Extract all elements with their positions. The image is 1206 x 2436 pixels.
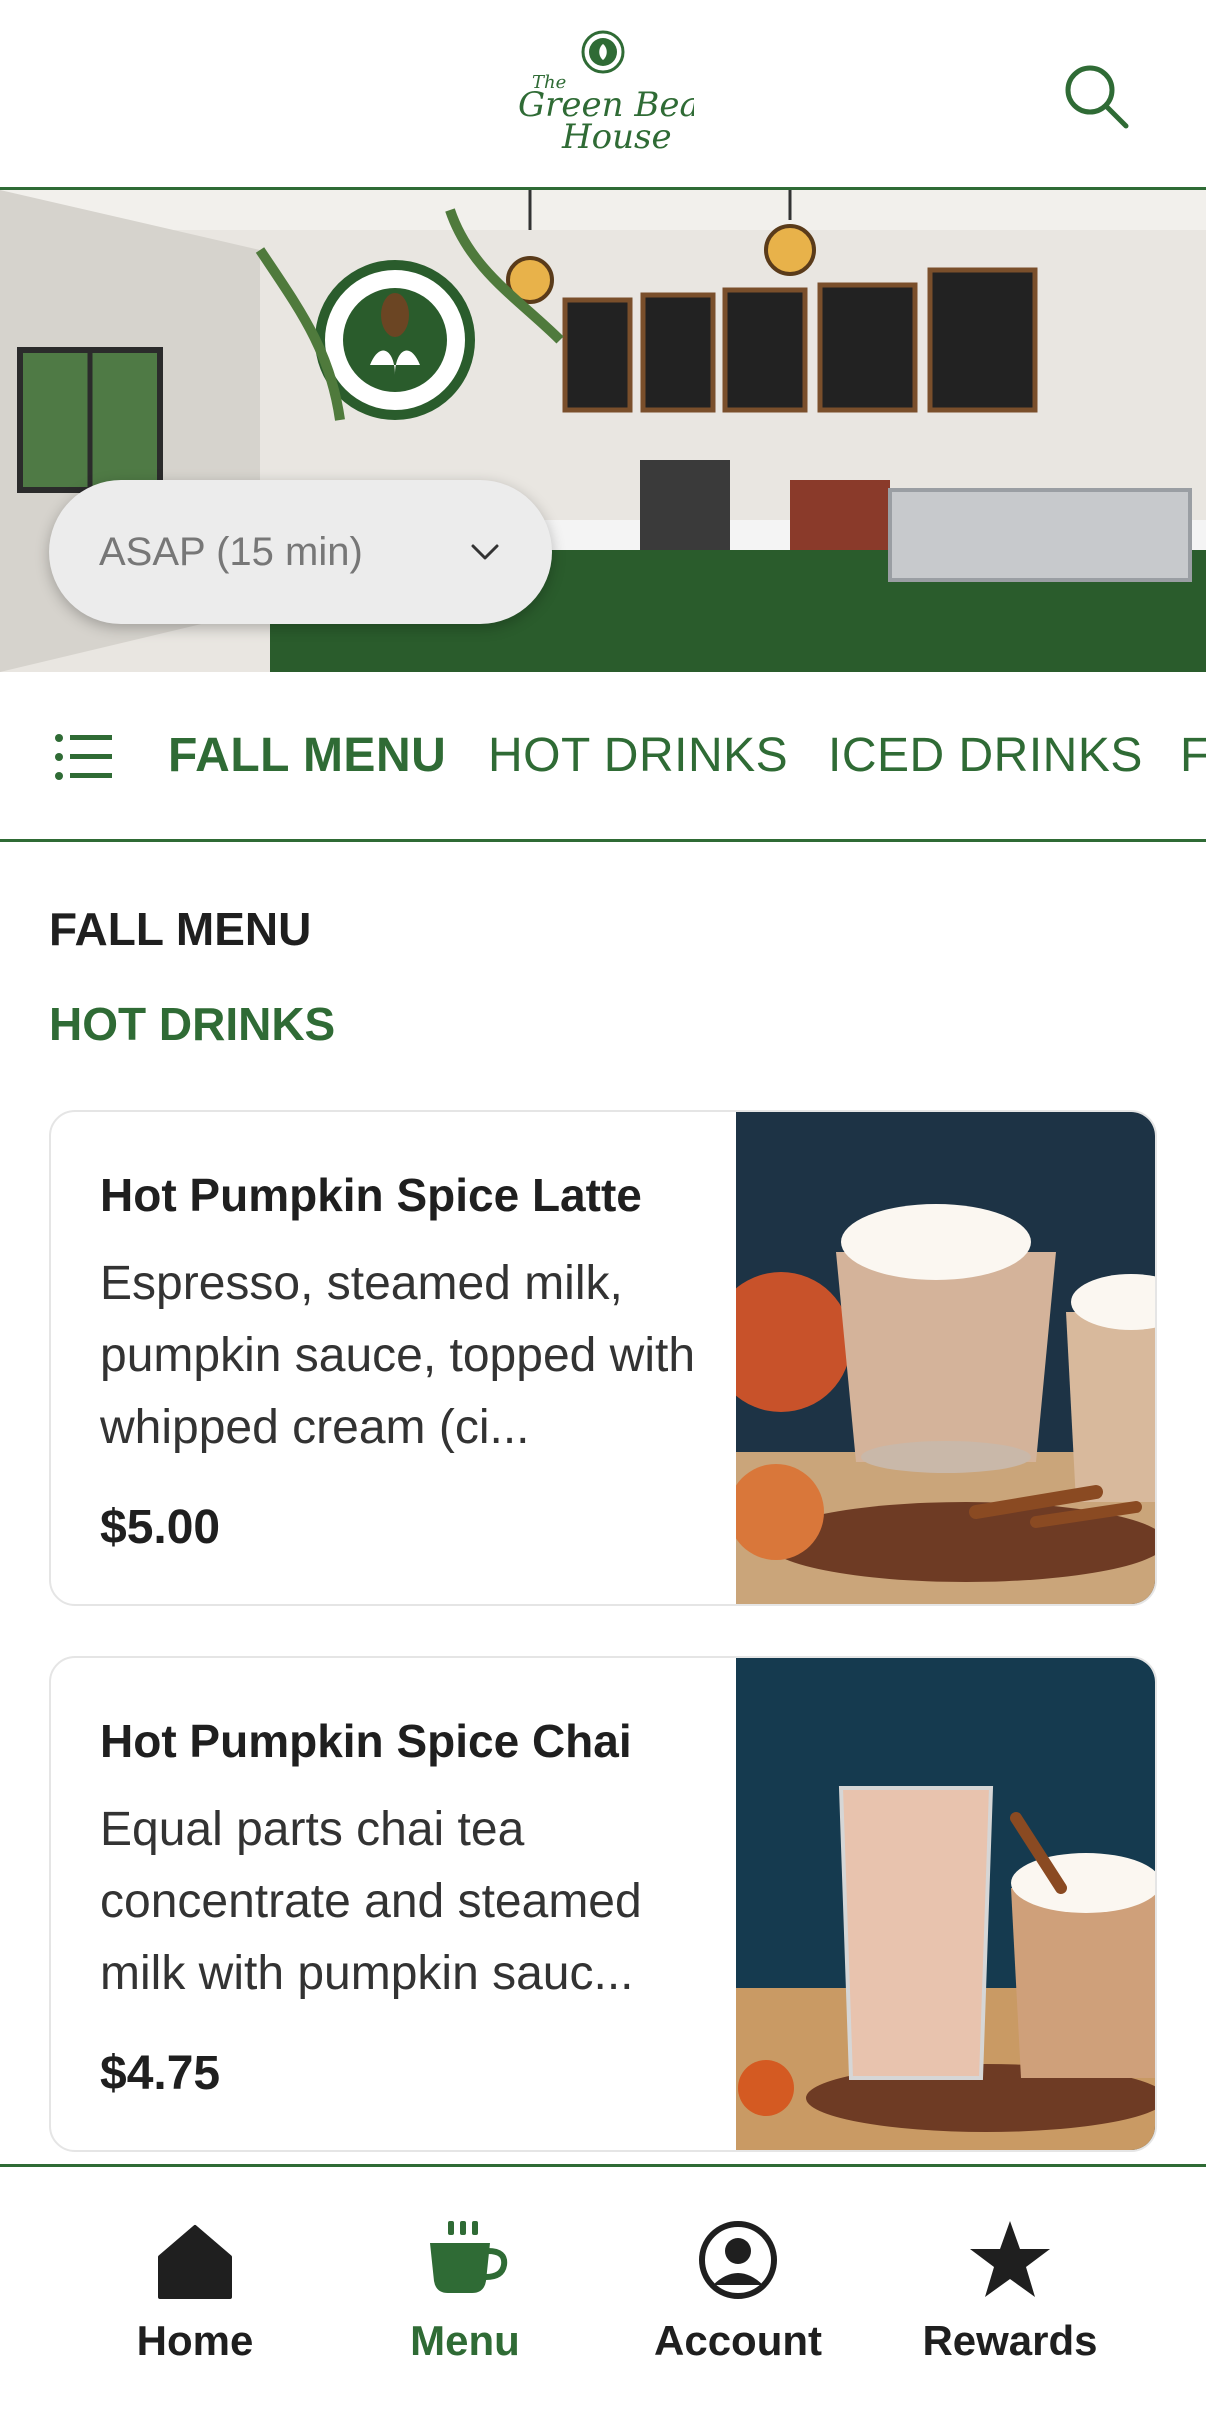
nav-home-label: Home	[136, 2317, 254, 2364]
home-icon	[158, 2225, 232, 2299]
tab-fall-menu[interactable]: FALL MENU	[168, 728, 446, 783]
nav-rewards-label: Rewards	[922, 2317, 1098, 2364]
chevron-down-icon	[471, 544, 499, 560]
brand-logo[interactable]: The Green Bean House	[512, 30, 694, 160]
subsection-title: HOT DRINKS	[49, 998, 336, 1050]
menu-item-card[interactable]: Hot Pumpkin Spice Latte Espresso, steame…	[49, 1110, 1157, 1606]
section-title: FALL MENU	[49, 903, 312, 955]
pickup-time-select[interactable]: ASAP (15 min)	[49, 480, 552, 624]
tab-hot-drinks[interactable]: HOT DRINKS	[488, 728, 788, 783]
star-icon	[970, 2221, 1050, 2297]
menu-item-card[interactable]: Hot Pumpkin Spice Chai Equal parts chai …	[49, 1656, 1157, 2152]
pickup-time-value: ASAP (15 min)	[99, 529, 363, 574]
nav-menu[interactable]: Menu	[345, 2217, 585, 2365]
nav-home[interactable]: Home	[75, 2217, 315, 2365]
nav-account-label: Account	[654, 2317, 822, 2364]
pumpkin-spice-latte-image	[736, 1112, 1155, 1604]
menu-item-price: $4.75	[100, 2047, 221, 2100]
menu-item-name: Hot Pumpkin Spice Chai	[100, 1715, 632, 1767]
category-tabs: FALL MENU HOT DRINKS ICED DRINKS F	[0, 672, 1206, 842]
svg-text:House: House	[561, 117, 672, 157]
tab-iced-drinks[interactable]: ICED DRINKS	[828, 728, 1143, 783]
list-icon[interactable]	[54, 732, 112, 782]
account-icon	[699, 2221, 777, 2299]
menu-item-price: $5.00	[100, 1501, 221, 1554]
search-icon[interactable]	[1060, 60, 1132, 132]
tab-next[interactable]: F	[1180, 728, 1206, 783]
bottom-navigation: Home Menu Account Rewards	[0, 2164, 1206, 2436]
menu-item-description: Equal parts chai tea concentrate and ste…	[100, 1803, 642, 2000]
pumpkin-spice-chai-image	[736, 1658, 1155, 2150]
menu-item-name: Hot Pumpkin Spice Latte	[100, 1169, 642, 1221]
menu-item-description: Espresso, steamed milk, pumpkin sauce, t…	[100, 1257, 696, 1454]
nav-account[interactable]: Account	[618, 2217, 858, 2365]
app-header: The Green Bean House	[0, 0, 1206, 190]
coffee-cup-icon	[430, 2221, 508, 2293]
nav-menu-label: Menu	[410, 2317, 520, 2364]
nav-rewards[interactable]: Rewards	[890, 2217, 1130, 2365]
